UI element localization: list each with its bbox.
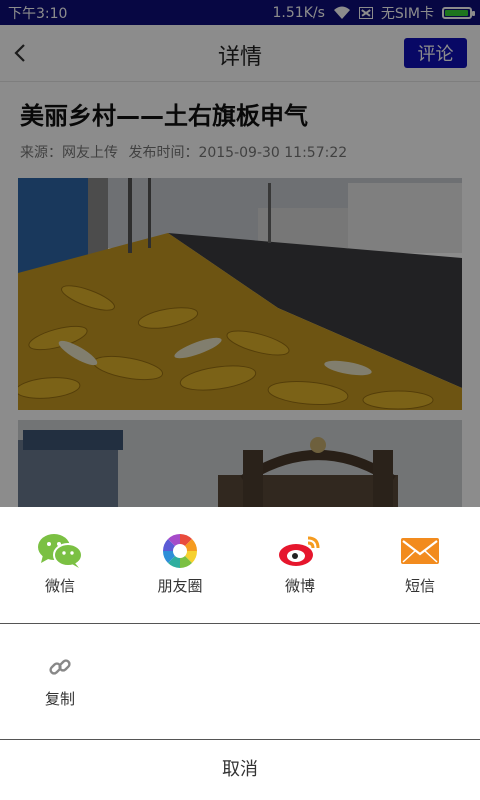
- share-sheet: 微信 朋友圈 微博 短信 复制 取消: [0, 507, 480, 800]
- share-moments[interactable]: 朋友圈: [130, 531, 230, 596]
- moments-icon: [163, 534, 197, 568]
- cancel-button[interactable]: 取消: [0, 739, 480, 800]
- copy-section: 复制: [0, 624, 480, 740]
- share-wechat-label: 微信: [44, 577, 75, 595]
- share-sms-label: 短信: [404, 577, 435, 595]
- share-options: 微信 朋友圈 微博 短信: [0, 507, 480, 624]
- share-weibo[interactable]: 微博: [250, 531, 350, 596]
- copy-label: 复制: [44, 690, 75, 708]
- sms-icon: [401, 538, 439, 564]
- share-weibo-label: 微博: [284, 577, 315, 595]
- share-sms[interactable]: 短信: [370, 531, 470, 596]
- share-moments-label: 朋友圈: [157, 577, 203, 595]
- link-icon: [49, 659, 71, 675]
- wechat-icon: [38, 534, 83, 568]
- modal-backdrop[interactable]: [0, 0, 480, 508]
- weibo-icon: [279, 536, 320, 566]
- copy-link-button[interactable]: 复制: [10, 654, 110, 709]
- share-wechat[interactable]: 微信: [10, 531, 110, 596]
